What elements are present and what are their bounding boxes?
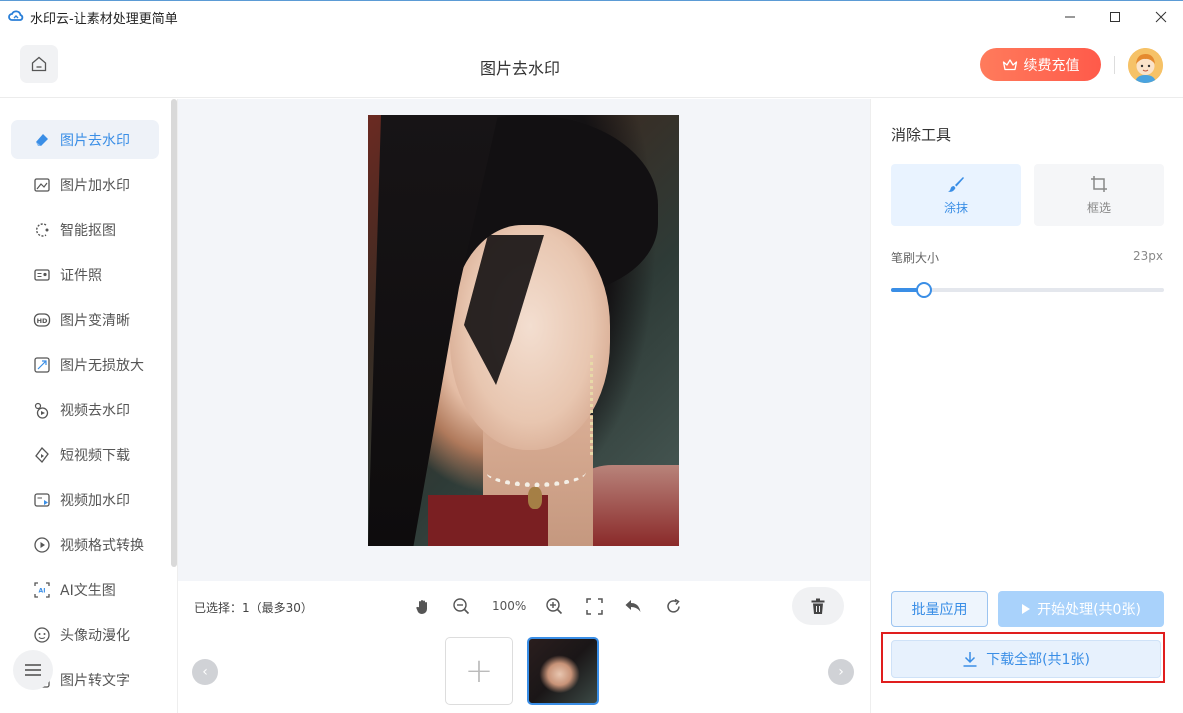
chevron-right-icon: › xyxy=(838,664,844,680)
renew-vip-button[interactable]: 续费充值 xyxy=(980,48,1101,81)
add-image-button[interactable]: + xyxy=(445,637,513,705)
menu-icon xyxy=(25,664,41,676)
sidebar-item-label: 头像动漫化 xyxy=(60,627,130,644)
sidebar-item-short-video-download[interactable]: 短视频下载 xyxy=(11,435,159,474)
video-download-icon xyxy=(33,446,51,464)
sidebar-item-lossless-enlarge[interactable]: 图片无损放大 xyxy=(11,345,159,384)
download-all-label: 下载全部(共1张) xyxy=(986,652,1090,668)
close-icon[interactable] xyxy=(1139,5,1183,29)
menu-button[interactable] xyxy=(13,650,53,690)
sidebar-item-label: 证件照 xyxy=(60,267,102,284)
svg-text:AI: AI xyxy=(39,587,46,594)
title-bar: 水印云-让素材处理更简单 xyxy=(0,0,1183,32)
reset-icon[interactable] xyxy=(664,597,682,615)
sidebar-item-label: 图片转文字 xyxy=(60,672,130,689)
image-thumbnail[interactable] xyxy=(527,637,599,705)
brush-size-value: 23px xyxy=(1133,249,1163,263)
play-icon xyxy=(1022,604,1031,614)
batch-apply-label: 批量应用 xyxy=(911,602,968,618)
header-divider xyxy=(1114,56,1115,74)
canvas-toolbar: 已选择：1（最多30） 100% xyxy=(178,581,870,631)
cloud-logo-icon xyxy=(8,10,24,21)
sidebar-item-label: 视频加水印 xyxy=(60,492,130,509)
thumbnail-strip: ‹ + › xyxy=(178,631,870,713)
slider-handle[interactable] xyxy=(916,282,932,298)
plus-icon: + xyxy=(464,651,494,691)
preview-image[interactable] xyxy=(368,115,679,546)
maximize-icon[interactable] xyxy=(1093,5,1137,29)
page-title: 图片去水印 xyxy=(479,59,560,78)
ai-image-icon: AI xyxy=(33,581,51,599)
app-title: 水印云-让素材处理更简单 xyxy=(30,12,178,27)
download-icon xyxy=(963,652,977,667)
anime-avatar-icon xyxy=(33,626,51,644)
batch-apply-button[interactable]: 批量应用 xyxy=(891,591,988,627)
sidebar-item-image-remove-watermark[interactable]: 图片去水印 xyxy=(11,120,159,159)
tool-box-select-button[interactable]: 框选 xyxy=(1034,164,1164,226)
sidebar-item-label: AI文生图 xyxy=(60,582,116,599)
sidebar-item-label: 智能抠图 xyxy=(60,222,116,239)
avatar[interactable] xyxy=(1128,48,1163,83)
brush-size-label: 笔刷大小 xyxy=(891,251,940,265)
sidebar-item-ai-text-to-image[interactable]: AI AI文生图 xyxy=(11,570,159,609)
selection-info: 已选择：1（最多30） xyxy=(194,601,313,615)
fit-screen-icon[interactable] xyxy=(585,597,603,615)
zoom-out-icon[interactable] xyxy=(452,597,470,615)
start-process-label: 开始处理(共0张) xyxy=(1037,602,1141,618)
sidebar-scrollbar[interactable] xyxy=(171,99,177,567)
minimize-icon[interactable] xyxy=(1048,5,1092,29)
zoom-in-icon[interactable] xyxy=(545,597,563,615)
tool-panel: 消除工具 涂抹 框选 笔刷大小 23px 批量应用 开始处理(共0张) 下载全部… xyxy=(870,99,1183,713)
tool-brush-label: 涂抹 xyxy=(943,200,968,215)
hd-icon: HD xyxy=(33,311,51,329)
sidebar-item-label: 视频格式转换 xyxy=(60,537,144,554)
sidebar-item-label: 图片变清晰 xyxy=(60,312,130,329)
chevron-left-icon: ‹ xyxy=(202,664,208,680)
video-eraser-icon xyxy=(33,401,51,419)
sidebar-item-video-add-watermark[interactable]: 视频加水印 xyxy=(11,480,159,519)
video-add-icon xyxy=(33,491,51,509)
tool-brush-button[interactable]: 涂抹 xyxy=(891,164,1021,226)
sidebar-item-image-enhance[interactable]: HD 图片变清晰 xyxy=(11,300,159,339)
sidebar-item-id-photo[interactable]: 证件照 xyxy=(11,255,159,294)
convert-icon xyxy=(33,536,51,554)
sidebar-item-image-add-watermark[interactable]: 图片加水印 xyxy=(11,165,159,204)
brush-icon xyxy=(948,176,964,192)
header: 图片去水印 续费充值 xyxy=(0,32,1183,98)
renew-vip-label: 续费充值 xyxy=(1023,57,1080,74)
enlarge-icon xyxy=(33,356,51,374)
svg-text:HD: HD xyxy=(37,317,48,325)
sidebar-item-avatar-anime[interactable]: 头像动漫化 xyxy=(11,615,159,654)
sidebar-item-label: 视频去水印 xyxy=(60,402,130,419)
id-card-icon xyxy=(33,266,51,284)
brush-size-slider[interactable] xyxy=(891,282,1164,298)
crown-icon xyxy=(1002,58,1017,70)
prev-arrow-button[interactable]: ‹ xyxy=(192,659,218,685)
undo-icon[interactable] xyxy=(624,597,642,615)
sidebar: 图片去水印 图片加水印 智能抠图 证件照 HD 图片变清晰 图片无损放大 视频去… xyxy=(0,99,178,713)
sidebar-item-smart-cutout[interactable]: 智能抠图 xyxy=(11,210,159,249)
crop-icon xyxy=(1091,175,1107,192)
sidebar-item-video-format-convert[interactable]: 视频格式转换 xyxy=(11,525,159,564)
sidebar-item-label: 图片去水印 xyxy=(60,132,130,149)
trash-icon xyxy=(811,598,825,614)
panel-title: 消除工具 xyxy=(891,126,952,144)
delete-button[interactable] xyxy=(792,587,844,625)
download-all-button[interactable]: 下载全部(共1张) xyxy=(891,640,1161,678)
zoom-level: 100% xyxy=(492,599,527,613)
sidebar-item-label: 短视频下载 xyxy=(60,447,130,464)
image-canvas[interactable] xyxy=(178,99,870,581)
hand-icon[interactable] xyxy=(414,597,432,615)
eraser-icon xyxy=(33,131,51,149)
sidebar-item-label: 图片加水印 xyxy=(60,177,130,194)
start-process-button[interactable]: 开始处理(共0张) xyxy=(998,591,1164,627)
tool-box-select-label: 框选 xyxy=(1086,200,1111,215)
image-add-icon xyxy=(33,176,51,194)
sidebar-item-video-remove-watermark[interactable]: 视频去水印 xyxy=(11,390,159,429)
sidebar-item-label: 图片无损放大 xyxy=(60,357,144,374)
cutout-icon xyxy=(33,221,51,239)
next-arrow-button[interactable]: › xyxy=(828,659,854,685)
